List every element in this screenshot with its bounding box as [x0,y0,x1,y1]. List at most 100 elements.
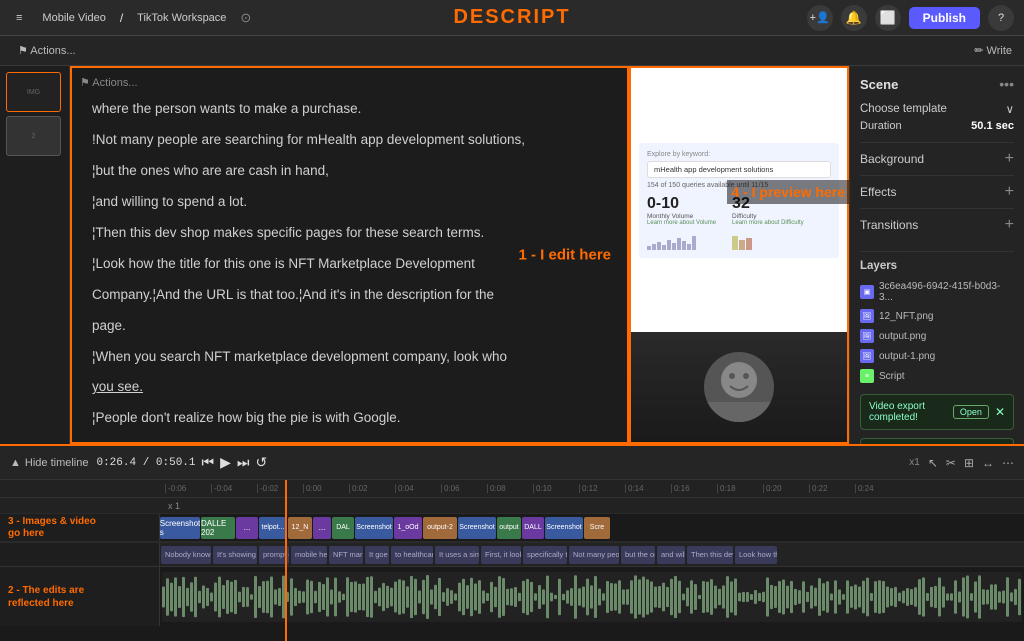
duration-value: 50.1 sec [971,120,1014,132]
main-content: IMG 2 ⚑ Actions... where the person want… [0,66,1024,444]
ruler-mark-0: -0:06 [165,484,211,493]
loop-button[interactable]: ↺ [256,454,268,471]
text-seg-4[interactable]: NFT market [329,546,363,564]
layer-item-0[interactable]: ▣ 3c6ea496-6942-415f-b0d3-3... [860,278,1014,306]
transitions-plus-button[interactable]: + [1005,216,1014,234]
webcam-preview [631,332,847,442]
editor-area[interactable]: ⚑ Actions... where the person wants to m… [70,66,629,444]
text-seg-10[interactable]: Not many people [569,546,619,564]
text-seg-14[interactable]: Look how the tit [735,546,777,564]
ruler-mark-8: 0:10 [533,484,579,493]
clip-5[interactable]: ... [313,517,331,539]
menu-button[interactable]: ≡ [10,10,28,26]
clip-3[interactable]: telpot... [259,517,287,539]
notification-open-1[interactable]: Open [953,405,989,419]
layer-icon-2: 🖼 [860,329,874,343]
timeline-ruler: -0:06 -0:04 -0:02 0:00 0:02 0:04 0:06 0:… [0,480,1024,498]
clip-11[interactable]: output [497,517,521,539]
ruler-marks: -0:06 -0:04 -0:02 0:00 0:02 0:04 0:06 0:… [165,484,901,493]
layer-item-2[interactable]: 🖼 output.png [860,326,1014,346]
publish-button[interactable]: Publish [909,7,980,29]
choose-template-label: Choose template [860,103,947,115]
help-button[interactable]: ? [988,5,1014,31]
background-plus-button[interactable]: + [1005,150,1014,168]
actions-button[interactable]: ⚑ Actions... [12,42,82,59]
clip-7[interactable]: Screenshot [355,517,393,539]
clip-4[interactable]: 12_N [288,517,312,539]
clip-2[interactable]: ... [236,517,258,539]
skip-forward-button[interactable]: ⏭ [237,454,250,471]
notification-text-1: Video export completed! [869,401,953,423]
cut-tool-button[interactable]: ✂ [946,456,956,470]
clip-1[interactable]: DALLE 202 [201,517,235,539]
text-line-10: ¦People don't realize how big the pie is… [92,407,607,430]
text-track-content[interactable]: Nobody knows a It's showing up prompt e … [160,543,1024,566]
text-seg-6[interactable]: to healthcare t [391,546,433,564]
layer-item-4[interactable]: ≡ Script [860,366,1014,386]
text-seg-5[interactable]: It goe [365,546,389,564]
effects-plus-button[interactable]: + [1005,183,1014,201]
layer-item-3[interactable]: 🖼 output-1.png [860,346,1014,366]
workspace-button[interactable]: TikTok Workspace [131,10,232,26]
ruler-mark-12: 0:18 [717,484,763,493]
effects-label: Effects [860,185,896,199]
text-seg-0[interactable]: Nobody knows a [161,546,211,564]
timeline-area: ▲ Hide timeline 0:26.4 / 0:50.1 ⏮ ▶ ⏭ ↺ … [0,444,1024,639]
text-line-1: !Not many people are searching for mHeal… [92,129,607,152]
chevron-down-icon[interactable]: ∨ [1006,102,1014,116]
panel-menu-button[interactable]: ••• [999,76,1014,92]
text-seg-3[interactable]: mobile health [291,546,327,564]
layer-icon-0: ▣ [860,285,874,299]
clip-9[interactable]: output-2 [423,517,457,539]
more-options-button[interactable]: ⋯ [1002,456,1014,470]
text-line-6: Company.¦And the URL is that too.¦And it… [92,284,607,307]
ruler-mark-15: 0:24 [855,484,901,493]
volume-number: 0-10 [647,195,716,213]
notification-close-1[interactable]: ✕ [995,405,1005,419]
difficulty-bars [732,230,804,250]
zoom-out-button[interactable]: ↔ [982,456,994,470]
text-seg-9[interactable]: specifically ter [523,546,567,564]
text-seg-1[interactable]: It's showing up [213,546,257,564]
cursor-tool-button[interactable]: ↖ [928,456,938,470]
audio-label-text: 2 - The edits are reflected here [8,584,84,610]
thumbnail-2[interactable]: 2 [6,116,61,156]
text-seg-7[interactable]: It uses a simpl [435,546,479,564]
speed-row: x 1 [0,498,1024,514]
hide-timeline-label: Hide timeline [25,457,89,469]
explore-label: Explore by keyword: [647,151,831,158]
images-track-content[interactable]: Screenshot s DALLE 202 ... telpot... 12_… [160,514,1024,541]
clip-10[interactable]: Screenshot [458,517,496,539]
difficulty-label: Difficulty [732,213,804,220]
text-seg-8[interactable]: First, it looks f [481,546,521,564]
clip-13[interactable]: Screenshot [545,517,583,539]
actions-bar[interactable]: ⚑ Actions... [80,74,138,93]
timeline-controls: ▲ Hide timeline 0:26.4 / 0:50.1 ⏮ ▶ ⏭ ↺ … [0,446,1024,480]
mobile-video-button[interactable]: Mobile Video [36,10,111,26]
clip-6[interactable]: DAL [332,517,354,539]
clip-12[interactable]: DALL [522,517,544,539]
share-button[interactable]: ⬜ [875,5,901,31]
clip-0[interactable]: Screenshot s [160,517,200,539]
search-bar: mHealth app development solutions [647,161,831,178]
clip-8[interactable]: 1_oOd [394,517,422,539]
layer-item-1[interactable]: 🖼 12_NFT.png [860,306,1014,326]
clip-14[interactable]: Scre [584,517,610,539]
audio-content[interactable] [160,567,1024,626]
thumbnail-1[interactable]: IMG [6,72,61,112]
hide-timeline-button[interactable]: ▲ Hide timeline [10,457,88,469]
add-collaborator-button[interactable]: +👤 [807,5,833,31]
text-seg-12[interactable]: and will [657,546,685,564]
notifications-button[interactable]: 🔔 [841,5,867,31]
images-track: 3 - Images & video go here Screenshot s … [0,514,1024,542]
skip-back-button[interactable]: ⏮ [202,454,215,471]
text-seg-13[interactable]: Then this dev s [687,546,733,564]
zoom-in-button[interactable]: ⊞ [964,456,974,470]
notification-1: Video export completed! Open ✕ [860,394,1014,430]
text-seg-2[interactable]: prompt e [259,546,289,564]
play-button[interactable]: ▶ [220,454,231,471]
layer-icon-1: 🖼 [860,309,874,323]
write-button[interactable]: ✏ Write [974,44,1012,57]
layer-name-4: Script [879,371,905,382]
text-seg-11[interactable]: but the one [621,546,655,564]
